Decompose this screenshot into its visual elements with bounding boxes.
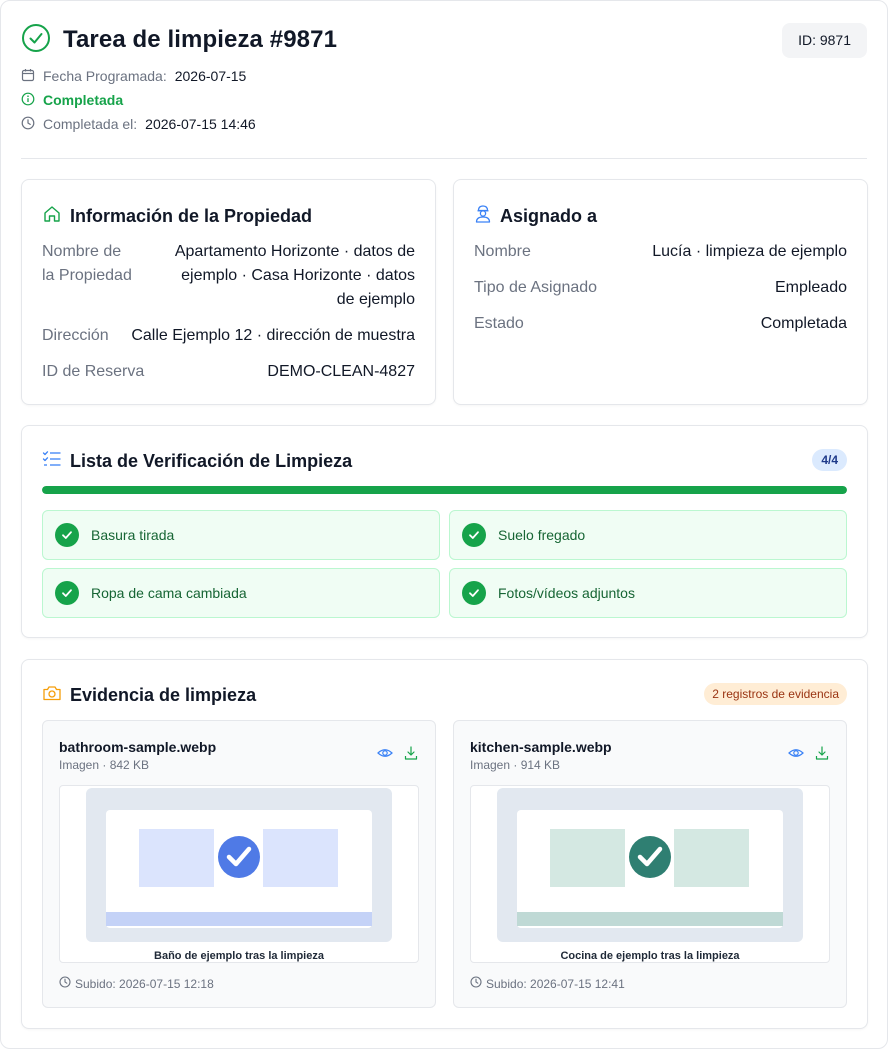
scheduled-date-row: Fecha Programada: 2026-07-15 (21, 67, 867, 85)
evidence-image (86, 788, 392, 942)
camera-icon (42, 684, 62, 707)
assigned-header: Asignado a (474, 204, 597, 229)
header-divider (21, 158, 867, 159)
evidence-file-name: kitchen-sample.webp (470, 739, 612, 755)
checklist-item[interactable]: Basura tirada (42, 510, 440, 560)
evidence-count-badge: 2 registros de evidencia (704, 683, 847, 705)
property-name-value: Apartamento Horizonte · datos de ejemplo… (174, 243, 415, 308)
task-id-badge: ID: 9871 (782, 23, 867, 58)
task-header: Tarea de limpieza #9871 ID: 9871 Fecha P… (21, 23, 867, 133)
assigned-card: Asignado a Nombre Lucía · limpieza de ej… (453, 179, 868, 405)
checklist-header: Lista de Verificación de Limpieza (42, 450, 352, 473)
property-name-row: Nombre de la Propiedad Apartamento Horiz… (42, 240, 415, 312)
checklist-item[interactable]: Suelo fregado (449, 510, 847, 560)
completed-date-value: 2026-07-15 14:46 (145, 116, 256, 132)
check-icon (462, 523, 486, 547)
checklist-item-label: Ropa de cama cambiada (91, 585, 247, 601)
evidence-image-preview[interactable]: Baño de ejemplo tras la limpieza (59, 785, 419, 963)
page-title: Tarea de limpieza #9871 (63, 26, 338, 53)
checklist-item[interactable]: Ropa de cama cambiada (42, 568, 440, 618)
address-label: Dirección (42, 327, 109, 344)
check-circle-icon (21, 23, 51, 58)
assignee-name-label: Nombre (474, 243, 531, 260)
address-value: Calle Ejemplo 12 · dirección de muestra (131, 327, 415, 344)
evidence-header: Evidencia de limpieza (42, 684, 256, 707)
worker-icon (474, 204, 492, 229)
assignee-status-value: Completada (760, 315, 847, 332)
status-badge: Completada (43, 92, 124, 108)
evidence-upload-time: Subido: 2026-07-15 12:18 (59, 976, 214, 991)
booking-id-row: ID de Reserva DEMO-CLEAN-4827 (42, 360, 415, 384)
checklist-title: Lista de Verificación de Limpieza (70, 451, 353, 471)
checklist-item-label: Suelo fregado (498, 527, 586, 543)
assignee-name-row: Nombre Lucía · limpieza de ejemplo (474, 240, 847, 264)
completed-date-label: Completada el: (43, 116, 138, 132)
check-icon (462, 581, 486, 605)
evidence-file-card: bathroom-sample.webp Imagen · 842 KB Bañ… (42, 720, 436, 1008)
evidence-image-caption: Baño de ejemplo tras la limpieza (154, 950, 324, 962)
booking-id-label: ID de Reserva (42, 363, 145, 380)
evidence-card: Evidencia de limpieza 2 registros de evi… (21, 659, 868, 1029)
download-icon[interactable] (814, 745, 830, 766)
evidence-file-meta: Imagen · 914 KB (470, 758, 561, 772)
property-info-card: Información de la Propiedad Nombre de la… (21, 179, 436, 405)
evidence-image (497, 788, 803, 942)
evidence-file-meta: Imagen · 842 KB (59, 758, 150, 772)
eye-icon[interactable] (788, 745, 804, 766)
clock-icon (470, 976, 482, 991)
checklist-item[interactable]: Fotos/vídeos adjuntos (449, 568, 847, 618)
list-checks-icon (42, 450, 62, 473)
eye-icon[interactable] (377, 745, 393, 766)
download-icon[interactable] (403, 745, 419, 766)
checklist-progress-fill (42, 486, 847, 494)
assignee-type-label: Tipo de Asignado (474, 279, 598, 296)
address-row: Dirección Calle Ejemplo 12 · dirección d… (42, 324, 415, 348)
assigned-title: Asignado a (500, 206, 598, 226)
property-info-header: Información de la Propiedad (42, 204, 312, 229)
info-icon (21, 92, 35, 109)
booking-id-value: DEMO-CLEAN-4827 (267, 363, 415, 380)
assignee-status-label: Estado (474, 315, 524, 332)
scheduled-date-label: Fecha Programada: (43, 68, 167, 84)
evidence-upload-label: Subido: 2026-07-15 12:41 (486, 976, 625, 991)
status-row: Completada (21, 91, 867, 109)
evidence-upload-label: Subido: 2026-07-15 12:18 (75, 976, 214, 991)
assignee-type-value: Empleado (774, 279, 847, 296)
check-icon (55, 581, 79, 605)
evidence-upload-time: Subido: 2026-07-15 12:41 (470, 976, 625, 991)
checklist-item-label: Basura tirada (91, 527, 175, 543)
checklist-card: Lista de Verificación de Limpieza 4/4 Ba… (21, 425, 868, 638)
scheduled-date-value: 2026-07-15 (174, 68, 247, 84)
evidence-file-name: bathroom-sample.webp (59, 739, 217, 755)
home-icon (42, 204, 62, 229)
checklist-count-badge: 4/4 (812, 449, 847, 471)
checklist-progress-bar (42, 486, 847, 494)
property-info-title: Información de la Propiedad (70, 206, 313, 226)
evidence-title: Evidencia de limpieza (70, 685, 257, 705)
task-detail-page: Tarea de limpieza #9871 ID: 9871 Fecha P… (0, 0, 888, 1049)
assignee-status-row: Estado Completada (474, 312, 847, 336)
clock-icon (59, 976, 71, 991)
assignee-name-value: Lucía · limpieza de ejemplo (652, 243, 847, 260)
checklist-item-label: Fotos/vídeos adjuntos (498, 585, 635, 601)
evidence-image-preview[interactable]: Cocina de ejemplo tras la limpieza (470, 785, 830, 963)
clock-icon (21, 116, 35, 133)
evidence-image-caption: Cocina de ejemplo tras la limpieza (560, 950, 740, 962)
property-name-label: Nombre de la Propiedad (42, 243, 132, 284)
assignee-type-row: Tipo de Asignado Empleado (474, 276, 847, 300)
check-icon (55, 523, 79, 547)
completed-date-row: Completada el: 2026-07-15 14:46 (21, 115, 867, 133)
calendar-icon (21, 68, 35, 85)
evidence-file-card: kitchen-sample.webp Imagen · 914 KB Coci… (453, 720, 847, 1008)
